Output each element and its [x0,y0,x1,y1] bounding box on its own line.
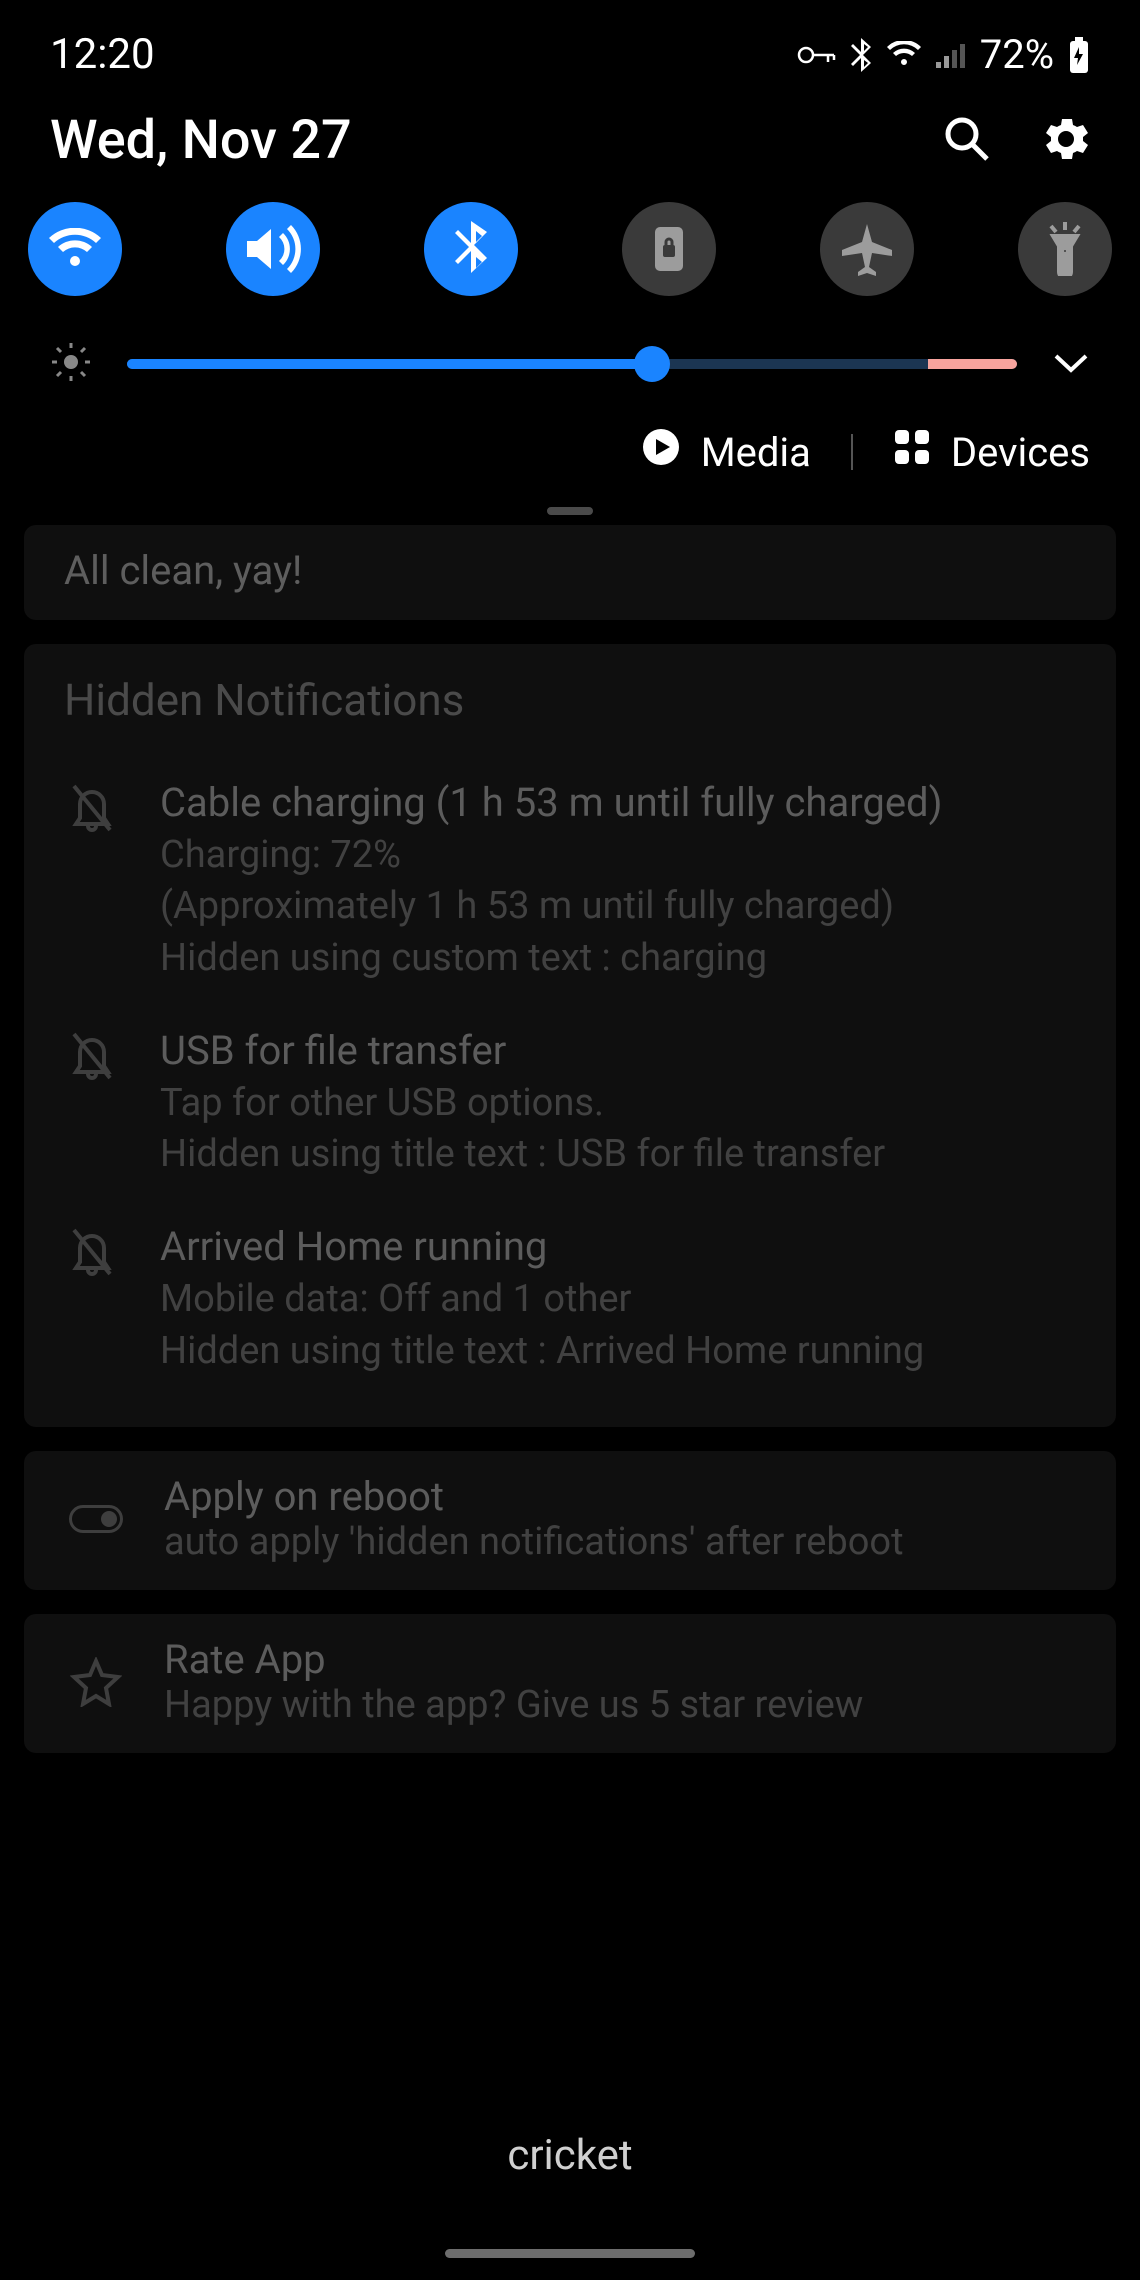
media-label: Media [701,429,811,476]
bell-off-icon [64,782,120,834]
hidden-notification-item[interactable]: Cable charging (1 h 53 m until fully cha… [64,756,1076,1004]
rate-title: Rate App [164,1636,1076,1683]
notif-line: Hidden using title text : USB for file t… [160,1129,1076,1180]
nav-gesture-handle[interactable] [445,2249,695,2258]
wifi-icon [886,41,922,69]
banner-text: All clean, yay! [64,547,1076,594]
battery-icon [1068,37,1090,73]
rate-app-card[interactable]: Rate App Happy with the app? Give us 5 s… [24,1614,1116,1753]
notif-title: USB for file transfer [160,1024,1076,1078]
notif-title: Cable charging (1 h 53 m until fully cha… [160,776,1076,830]
toggle-rotation-lock[interactable] [622,202,716,296]
media-button[interactable]: Media [641,427,811,477]
toggle-off-icon[interactable] [69,1505,123,1533]
search-icon[interactable] [942,114,992,168]
bell-off-icon [64,1226,120,1278]
toggle-flashlight[interactable] [1018,202,1112,296]
brightness-slider[interactable] [127,359,1017,369]
qs-header: Wed, Nov 27 [0,89,1140,182]
hidden-notification-item[interactable]: USB for file transfer Tap for other USB … [64,1004,1076,1201]
qs-date[interactable]: Wed, Nov 27 [50,109,352,172]
status-time: 12:20 [50,30,155,79]
rate-sub: Happy with the app? Give us 5 star revie… [164,1683,1076,1727]
brightness-icon [50,341,92,387]
carrier-label: cricket [0,2131,1140,2180]
notif-line: (Approximately 1 h 53 m until fully char… [160,881,1076,932]
notif-line: Charging: 72% [160,830,1076,881]
toggle-wifi[interactable] [28,202,122,296]
toggle-airplane[interactable] [820,202,914,296]
toggle-sound[interactable] [226,202,320,296]
star-icon [64,1657,128,1707]
vpn-key-icon [796,44,836,66]
notif-line: Mobile data: Off and 1 other [160,1274,1076,1325]
hidden-heading: Hidden Notifications [64,674,1076,726]
grid-icon [893,428,931,476]
devices-button[interactable]: Devices [893,428,1090,476]
signal-icon [936,42,966,68]
panel-drag-handle[interactable] [547,507,593,515]
notif-line: Hidden using custom text : charging [160,933,1076,984]
qs-subcontrols: Media Devices [0,397,1140,497]
play-circle-icon [641,427,681,477]
devices-label: Devices [951,429,1090,476]
banner-card: All clean, yay! [24,525,1116,620]
apply-reboot-title: Apply on reboot [164,1473,1076,1520]
hidden-notification-item[interactable]: Arrived Home running Mobile data: Off an… [64,1200,1076,1397]
expand-chevron-icon[interactable] [1052,350,1090,378]
battery-pct: 72% [980,31,1054,78]
settings-gear-icon[interactable] [1042,115,1090,167]
divider [851,434,853,470]
apply-reboot-card[interactable]: Apply on reboot auto apply 'hidden notif… [24,1451,1116,1590]
hidden-notifications-card: Hidden Notifications Cable charging (1 h… [24,644,1116,1427]
bluetooth-icon [850,38,872,72]
status-bar: 12:20 72% [0,0,1140,89]
notif-line: Tap for other USB options. [160,1078,1076,1129]
status-icons: 72% [796,31,1090,78]
brightness-row [0,316,1140,397]
bell-off-icon [64,1030,120,1082]
apply-reboot-sub: auto apply 'hidden notifications' after … [164,1520,1076,1564]
notif-title: Arrived Home running [160,1220,1076,1274]
toggle-bluetooth[interactable] [424,202,518,296]
quick-toggles [0,182,1140,316]
notif-line: Hidden using title text : Arrived Home r… [160,1326,1076,1377]
